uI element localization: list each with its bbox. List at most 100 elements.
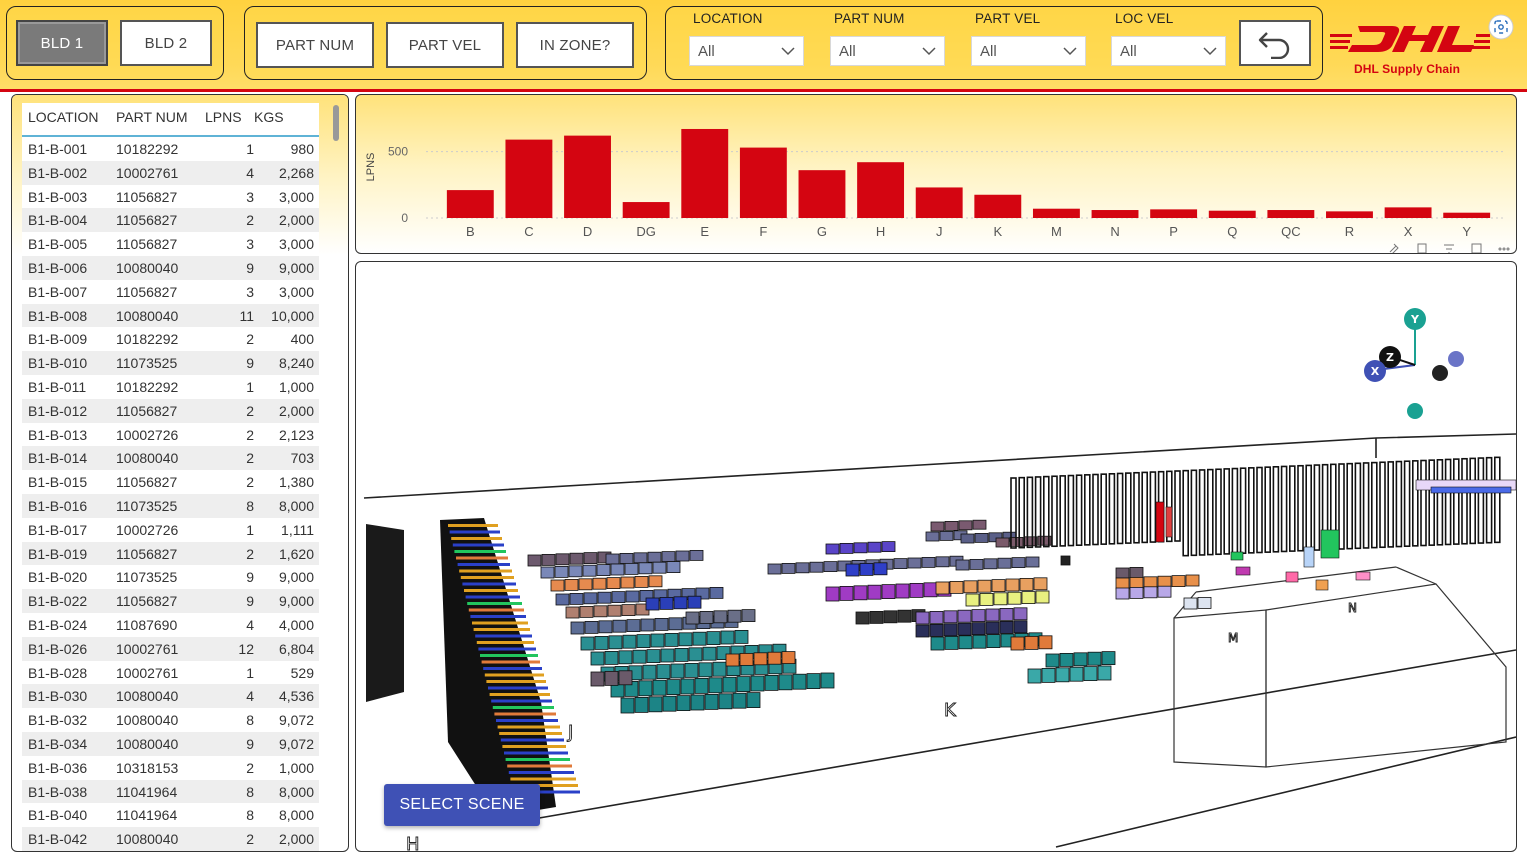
bar-dg[interactable] [622, 202, 670, 218]
storage-bin[interactable] [1035, 590, 1050, 604]
table-row[interactable]: B1-B-011 10182292 1 1,000 [22, 374, 319, 399]
storage-bin[interactable] [1165, 506, 1173, 538]
storage-bin[interactable] [709, 586, 724, 599]
storage-bin[interactable] [792, 673, 807, 690]
storage-bin[interactable] [620, 576, 635, 589]
storage-bin[interactable] [620, 697, 635, 714]
storage-bin[interactable] [971, 622, 986, 636]
storage-bin[interactable] [806, 673, 821, 690]
storage-bin[interactable] [583, 592, 598, 605]
storage-bin[interactable] [974, 532, 989, 543]
storage-bin[interactable] [659, 596, 674, 610]
storage-bin[interactable] [915, 611, 930, 625]
storage-bin[interactable] [1157, 575, 1172, 588]
storage-bin[interactable] [1087, 651, 1102, 666]
storage-bin[interactable] [929, 610, 944, 624]
storage-bin[interactable] [1045, 653, 1060, 668]
table-row[interactable]: B1-B-012 11056827 2 2,000 [22, 398, 319, 423]
storage-bin[interactable] [598, 620, 613, 634]
part-vel-filter-dropdown[interactable]: All [971, 36, 1086, 66]
column-header-lpns[interactable]: LPNS [205, 109, 242, 125]
table-row[interactable]: B1-B-009 10182292 2 400 [22, 327, 319, 352]
storage-bin[interactable] [825, 543, 840, 555]
storage-bin[interactable] [986, 634, 1001, 649]
table-row[interactable]: B1-B-003 11056827 3 3,000 [22, 184, 319, 209]
table-row[interactable]: B1-B-005 11056827 3 3,000 [22, 232, 319, 256]
storage-bin[interactable] [578, 578, 593, 591]
storage-bin[interactable] [633, 552, 648, 564]
storage-bin[interactable] [720, 630, 735, 645]
storage-bin[interactable] [853, 542, 868, 554]
storage-bin[interactable] [820, 672, 835, 689]
storage-bin[interactable] [1013, 620, 1028, 634]
column-header-part-num[interactable]: PART NUM [116, 109, 188, 125]
storage-bin[interactable] [977, 579, 992, 593]
storage-bin[interactable] [883, 610, 898, 624]
storage-bin[interactable] [706, 631, 721, 646]
storage-bin[interactable] [997, 557, 1012, 569]
bar-e[interactable] [681, 128, 729, 218]
storage-bin[interactable] [1025, 556, 1040, 568]
storage-bin[interactable] [725, 653, 740, 667]
storage-bin[interactable] [694, 677, 709, 694]
storage-bin[interactable] [680, 678, 695, 695]
storage-bin[interactable] [675, 550, 690, 562]
storage-bin[interactable] [713, 610, 728, 624]
storage-bin[interactable] [1183, 597, 1198, 610]
storage-bin[interactable] [1129, 566, 1144, 578]
loc-vel-filter-dropdown[interactable]: All [1111, 36, 1226, 66]
storage-bin[interactable] [955, 559, 970, 571]
storage-bin[interactable] [853, 585, 868, 601]
table-scrollbar[interactable] [333, 105, 339, 141]
storage-bin[interactable] [781, 651, 796, 665]
storage-bin[interactable] [684, 662, 699, 678]
bar-g[interactable] [798, 170, 846, 218]
storage-bin[interactable] [565, 606, 580, 619]
storage-bin[interactable] [604, 650, 619, 665]
storage-bin[interactable] [692, 631, 707, 646]
storage-bin[interactable] [969, 558, 984, 570]
storage-bin[interactable] [1027, 668, 1042, 684]
storage-bin[interactable] [626, 619, 641, 633]
storage-bin[interactable] [594, 635, 609, 650]
table-row[interactable]: B1-B-040 11041964 8 8,000 [22, 803, 319, 828]
storage-bin[interactable] [625, 590, 640, 603]
storage-bin[interactable] [935, 581, 950, 595]
bar-qc[interactable] [1267, 210, 1315, 218]
storage-bin[interactable] [1011, 557, 1026, 569]
storage-bin[interactable] [943, 610, 958, 624]
column-header-kgs[interactable]: KGS [254, 109, 284, 125]
warehouse-3d-scene-panel[interactable]: J K H N M Y Z X SELECT SCENE [355, 261, 1517, 852]
storage-bin[interactable] [688, 647, 703, 662]
bar-x[interactable] [1384, 207, 1432, 218]
storage-bin[interactable] [606, 577, 621, 590]
storage-bin[interactable] [881, 584, 896, 600]
table-row[interactable]: B1-B-042 10080040 2 2,000 [22, 827, 319, 851]
part-vel-button[interactable]: PART VEL [386, 22, 504, 68]
storage-bin[interactable] [708, 677, 723, 694]
storage-bin[interactable] [873, 562, 888, 576]
bar-h[interactable] [857, 162, 905, 218]
storage-bin[interactable] [930, 521, 945, 532]
table-row[interactable]: B1-B-022 11056827 9 9,000 [22, 589, 319, 613]
storage-bin[interactable] [555, 593, 570, 606]
storage-bin[interactable] [652, 679, 667, 696]
table-row[interactable]: B1-B-007 11056827 3 3,000 [22, 279, 319, 304]
storage-bin[interactable] [584, 620, 599, 634]
storage-bin[interactable] [1143, 586, 1158, 599]
location-filter-dropdown[interactable]: All [689, 36, 804, 66]
storage-bin[interactable] [685, 611, 700, 625]
storage-bin[interactable] [569, 592, 584, 605]
storage-bin[interactable] [640, 618, 655, 632]
storage-bin[interactable] [809, 561, 824, 573]
table-row[interactable]: B1-B-032 10080040 8 9,072 [22, 708, 319, 732]
storage-bin[interactable] [732, 692, 747, 709]
table-row[interactable]: B1-B-010 11073525 9 8,240 [22, 351, 319, 375]
table-row[interactable]: B1-B-008 10080040 11 10,000 [22, 303, 319, 328]
storage-bin[interactable] [690, 694, 705, 711]
storage-bin[interactable] [957, 609, 972, 623]
storage-bin[interactable] [618, 650, 633, 665]
storage-bin[interactable] [564, 578, 579, 591]
storage-bin[interactable] [985, 608, 1000, 622]
storage-bin[interactable] [618, 670, 633, 686]
